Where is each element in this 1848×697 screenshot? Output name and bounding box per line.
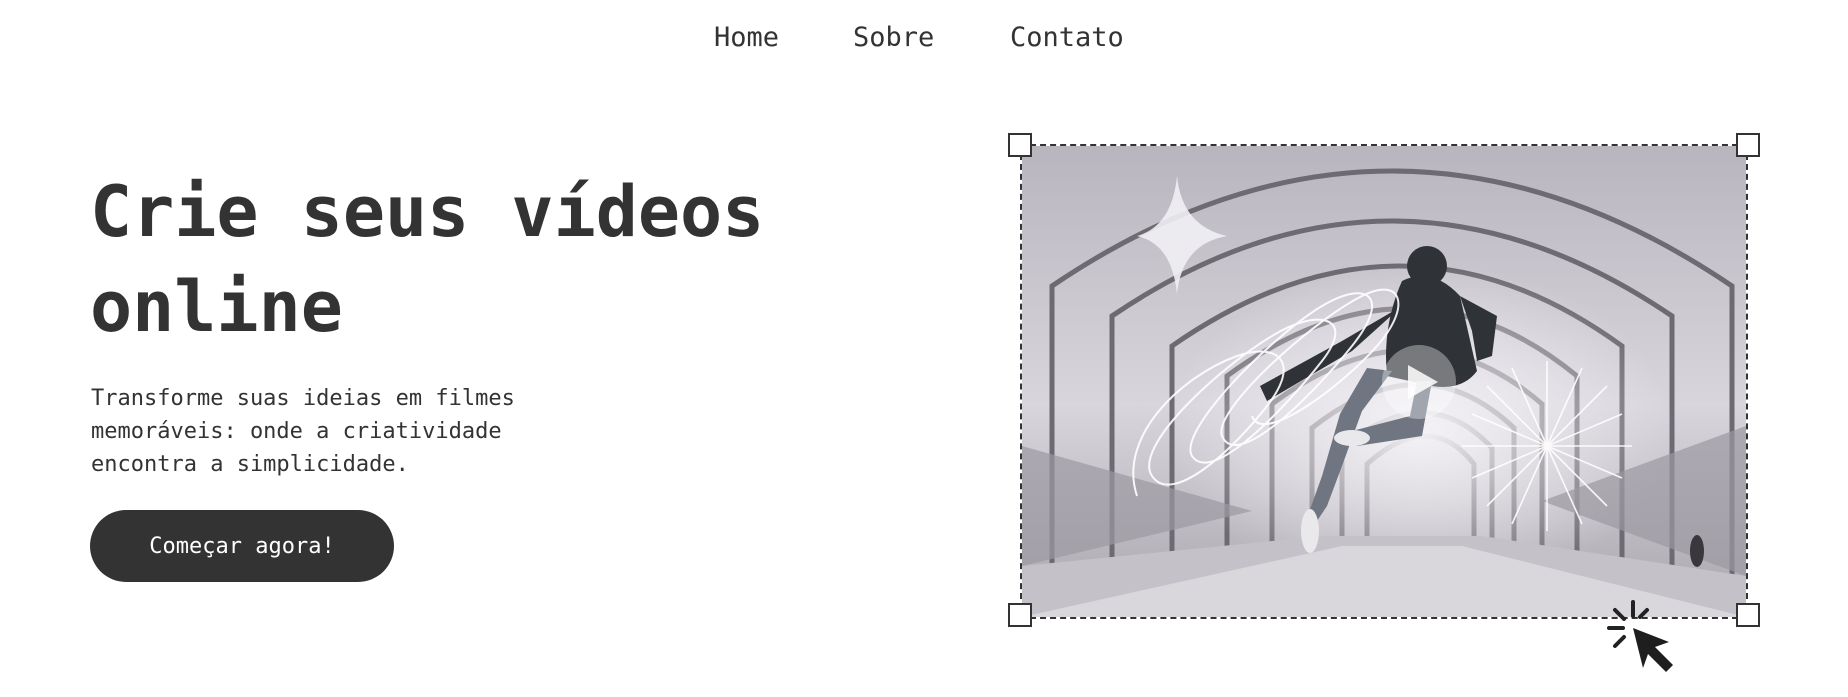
video-preview-frame[interactable]: [1020, 144, 1748, 619]
start-now-button[interactable]: Começar agora!: [90, 510, 394, 582]
resize-handle-top-left[interactable]: [1008, 133, 1032, 157]
starburst-icon: [1462, 361, 1632, 531]
resize-handle-bottom-left[interactable]: [1008, 603, 1032, 627]
nav-link-contato[interactable]: Contato: [1010, 22, 1124, 53]
hero-title: Crie seus vídeos online: [90, 165, 910, 355]
video-thumbnail: [1022, 146, 1746, 617]
resize-handle-bottom-right[interactable]: [1736, 603, 1760, 627]
play-icon: [1382, 345, 1456, 419]
nav-link-sobre[interactable]: Sobre: [853, 22, 934, 53]
resize-handle-top-right[interactable]: [1736, 133, 1760, 157]
hero-description: Transforme suas ideias em filmes memoráv…: [91, 386, 515, 477]
hero-title-line-1: Crie seus vídeos: [90, 171, 765, 253]
top-nav: Home Sobre Contato: [0, 22, 1848, 62]
nav-link-home[interactable]: Home: [714, 22, 779, 53]
hero-title-line-2: online: [90, 266, 343, 348]
click-cursor-icon: [1607, 600, 1673, 672]
